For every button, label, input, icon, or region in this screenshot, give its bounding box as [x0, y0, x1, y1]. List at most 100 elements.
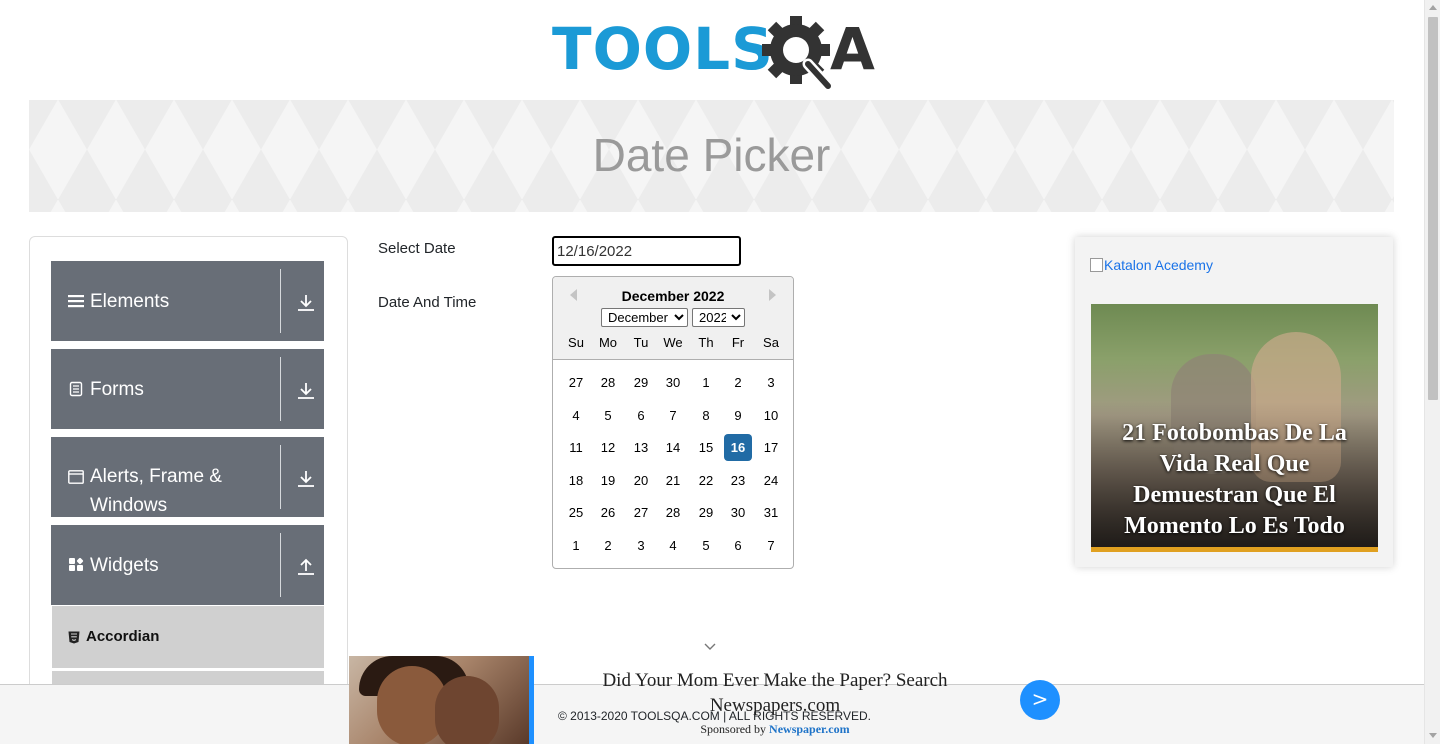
calendar-day[interactable]: 6 [724, 532, 752, 559]
bottom-ad-headline[interactable]: Did Your Mom Ever Make the Paper? Search… [560, 668, 990, 718]
sidebar-group-label: Elements [90, 291, 170, 312]
sponsor-prefix: Sponsored by [700, 722, 767, 736]
sidebar-item-accordian[interactable]: Accordian [52, 606, 324, 668]
calendar-day[interactable]: 7 [659, 402, 687, 429]
calendar-day[interactable]: 24 [757, 467, 785, 494]
select-date-label: Select Date [378, 240, 456, 257]
calendar-day[interactable]: 31 [757, 499, 785, 526]
calendar-day[interactable]: 9 [724, 402, 752, 429]
sidebar-group-widgets[interactable]: Widgets [51, 525, 324, 605]
weekday-label: We [663, 335, 683, 350]
calendar-day[interactable]: 6 [627, 402, 655, 429]
sidebar-group-elements[interactable]: Elements [51, 261, 324, 341]
weekday-label: Sa [763, 335, 779, 350]
ad-headline: 21 Fotobombas De La Vida Real Que Demues… [1122, 420, 1347, 539]
toolsqa-logo[interactable]: TOOLS A [552, 14, 878, 92]
calendar-day[interactable]: 28 [594, 369, 622, 396]
broken-image-icon [1090, 258, 1103, 272]
calendar-day[interactable]: 12 [594, 434, 622, 461]
ad-accent-bar [1091, 547, 1378, 552]
next-month-icon[interactable] [769, 289, 776, 301]
calendar-day[interactable]: 27 [562, 369, 590, 396]
weekday-label: Fr [731, 335, 745, 350]
sponsor-brand[interactable]: Newspaper.com [769, 722, 850, 736]
calendar-day[interactable]: 1 [562, 532, 590, 559]
weekday-label: Mo [598, 335, 618, 350]
calendar-day[interactable]: 8 [692, 402, 720, 429]
gear-icon [762, 16, 834, 92]
calendar-day[interactable]: 29 [627, 369, 655, 396]
calendar-day[interactable]: 19 [594, 467, 622, 494]
calendar-day[interactable]: 14 [659, 434, 687, 461]
page-scrollbar[interactable] [1424, 0, 1440, 744]
calendar-day[interactable]: 16 [724, 434, 752, 461]
year-select[interactable]: 2022 [692, 308, 745, 327]
scroll-up-icon[interactable] [1429, 5, 1437, 10]
page-title: Date Picker [592, 129, 831, 181]
bottom-ad-image[interactable] [349, 656, 529, 744]
sidebar-group-forms[interactable]: Forms [51, 349, 324, 429]
download-icon[interactable] [296, 469, 316, 489]
bottom-ad-go-button[interactable]: > [1020, 680, 1060, 720]
katalon-ad-alt-text: Katalon Acedemy [1104, 257, 1213, 273]
calendar-day[interactable]: 13 [627, 434, 655, 461]
calendar-day[interactable]: 30 [724, 499, 752, 526]
divider [280, 269, 281, 333]
calendar-day[interactable]: 10 [757, 402, 785, 429]
calendar-day[interactable]: 22 [692, 467, 720, 494]
sidebar-group-alerts-frame-windows[interactable]: Alerts, Frame & Windows [51, 437, 324, 517]
date-and-time-label: Date And Time [378, 294, 477, 311]
calendar-day[interactable]: 27 [627, 499, 655, 526]
calendar-day[interactable]: 30 [659, 369, 687, 396]
window-icon [68, 470, 84, 484]
calendar-day[interactable]: 18 [562, 467, 590, 494]
download-icon[interactable] [296, 293, 316, 313]
calendar-day[interactable]: 26 [594, 499, 622, 526]
sidebar-group-label: Widgets [90, 555, 159, 576]
calendar-day[interactable]: 1 [692, 369, 720, 396]
sidebar-group-label: Forms [90, 379, 144, 400]
upload-icon[interactable] [296, 557, 316, 577]
calendar-day[interactable]: 20 [627, 467, 655, 494]
calendar-day[interactable]: 29 [692, 499, 720, 526]
download-icon[interactable] [296, 381, 316, 401]
calendar-day[interactable]: 5 [692, 532, 720, 559]
sidebar-item-label: Accordian [86, 628, 160, 645]
calendar-current-month: December 2022 [621, 288, 725, 304]
katalon-ad-link[interactable]: Katalon Acedemy [1090, 257, 1213, 273]
calendar-day[interactable]: 4 [659, 532, 687, 559]
hamburger-icon [68, 295, 84, 308]
date-picker-input[interactable] [552, 236, 741, 266]
divider [280, 445, 281, 509]
calendar-day[interactable]: 23 [724, 467, 752, 494]
weekday-label: Th [698, 335, 714, 350]
sidebar: Elements Forms Alerts, Frame & Windows W… [29, 236, 348, 744]
calendar-day[interactable]: 4 [562, 402, 590, 429]
logo-text: TOOLS [552, 15, 774, 83]
calendar-day[interactable]: 28 [659, 499, 687, 526]
month-select[interactable]: December [601, 308, 688, 327]
calendar-day[interactable]: 25 [562, 499, 590, 526]
calendar-day[interactable]: 5 [594, 402, 622, 429]
page-banner: Date Picker [29, 100, 1394, 212]
document-icon [69, 381, 83, 397]
html5-icon [68, 631, 80, 644]
ad-image[interactable]: 21 Fotobombas De La Vida Real Que Demues… [1091, 304, 1378, 552]
scroll-down-icon[interactable] [1429, 733, 1437, 738]
calendar-header: December 2022 December 2022 Su Mo Tu We … [553, 277, 793, 360]
calendar-day[interactable]: 3 [757, 369, 785, 396]
calendar-day[interactable]: 21 [659, 467, 687, 494]
scroll-thumb[interactable] [1428, 17, 1438, 400]
calendar-day[interactable]: 11 [562, 434, 590, 461]
calendar-day[interactable]: 15 [692, 434, 720, 461]
chevron-down-icon[interactable] [703, 640, 717, 654]
bottom-ad-accent [529, 656, 534, 744]
calendar-day[interactable]: 2 [594, 532, 622, 559]
weekday-label: Tu [633, 335, 649, 350]
calendar-day[interactable]: 7 [757, 532, 785, 559]
bottom-ad-sponsor: Sponsored by Newspaper.com [560, 722, 990, 737]
calendar-day[interactable]: 3 [627, 532, 655, 559]
calendar-day[interactable]: 2 [724, 369, 752, 396]
calendar-day[interactable]: 17 [757, 434, 785, 461]
sidebar-group-label: Alerts, Frame & Windows [90, 466, 222, 516]
